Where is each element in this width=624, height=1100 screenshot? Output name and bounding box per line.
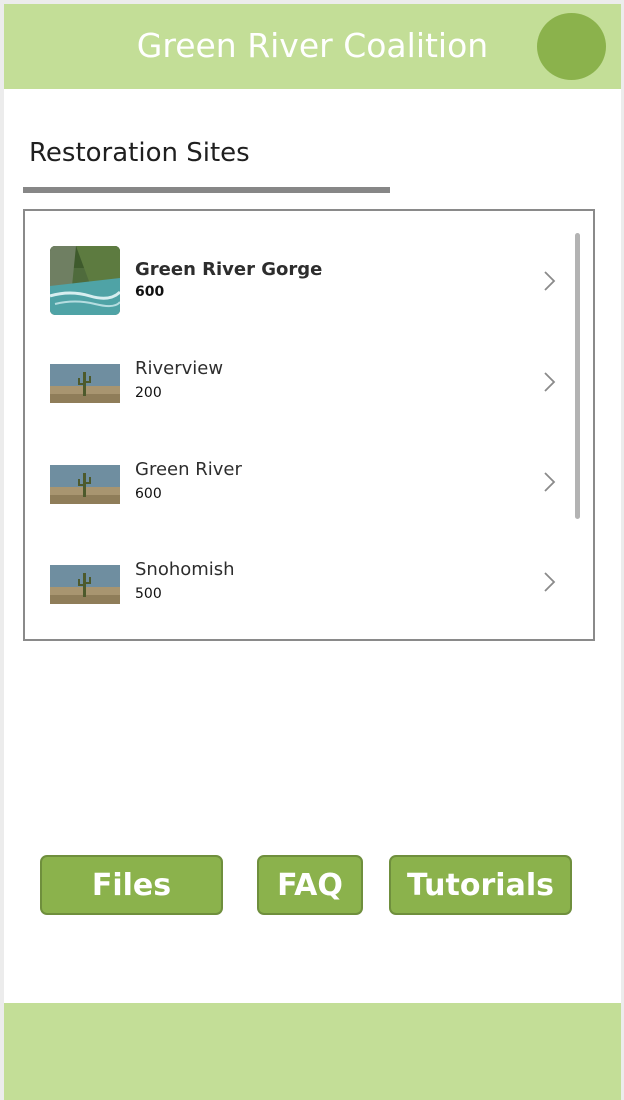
river-thumbnail bbox=[50, 246, 120, 315]
app-screen: Green River Coalition Restoration Sites … bbox=[4, 4, 621, 1100]
section-underline bbox=[23, 187, 390, 193]
avatar[interactable] bbox=[537, 13, 606, 80]
gallery-scrollbar[interactable] bbox=[575, 233, 580, 519]
chevron-right-icon[interactable] bbox=[542, 371, 556, 393]
cactus-thumbnail bbox=[50, 364, 120, 403]
footer-bar bbox=[4, 1003, 621, 1100]
section-title: Restoration Sites bbox=[29, 138, 250, 168]
cactus-thumbnail bbox=[50, 565, 120, 604]
site-value: 500 bbox=[135, 586, 162, 602]
chevron-right-icon[interactable] bbox=[542, 571, 556, 593]
tutorials-button[interactable]: Tutorials bbox=[389, 855, 572, 915]
chevron-right-icon[interactable] bbox=[542, 471, 556, 493]
header-bar: Green River Coalition bbox=[4, 4, 621, 89]
site-item-snohomish[interactable]: Snohomish 500 bbox=[25, 511, 575, 611]
site-value: 600 bbox=[135, 486, 162, 502]
site-item-riverview[interactable]: Riverview 200 bbox=[25, 311, 575, 411]
chevron-right-icon[interactable] bbox=[542, 270, 556, 292]
faq-button[interactable]: FAQ bbox=[257, 855, 363, 915]
site-value: 200 bbox=[135, 385, 162, 401]
site-name: Snohomish bbox=[135, 559, 235, 580]
site-name: Riverview bbox=[135, 358, 224, 379]
cactus-thumbnail bbox=[50, 465, 120, 504]
sites-gallery[interactable]: Green River Gorge 600 Riverview 200 Gree… bbox=[23, 209, 595, 641]
app-title: Green River Coalition bbox=[136, 26, 489, 65]
files-button[interactable]: Files bbox=[40, 855, 223, 915]
site-item-green-river[interactable]: Green River 600 bbox=[25, 411, 575, 511]
site-value: 600 bbox=[135, 284, 165, 300]
site-name: Green River bbox=[135, 459, 242, 480]
site-item-green-river-gorge[interactable]: Green River Gorge 600 bbox=[25, 211, 575, 315]
site-name: Green River Gorge bbox=[135, 259, 323, 280]
